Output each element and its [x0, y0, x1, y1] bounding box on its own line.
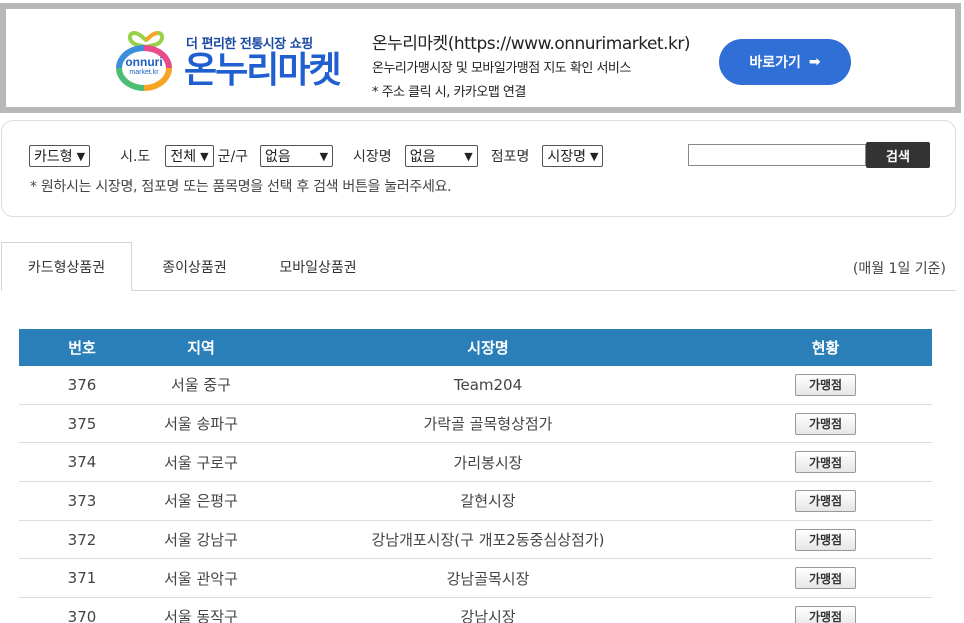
gugun-select-value: 없음	[265, 149, 291, 165]
tab-paper[interactable]: 종이상품권	[132, 242, 257, 291]
row-status-cell: 가맹점	[719, 451, 932, 474]
row-region: 서울 강남구	[164, 531, 238, 550]
voucher-tabs: 카드형상품권 종이상품권 모바일상품권	[1, 242, 956, 291]
store-list-button[interactable]: 가맹점	[795, 528, 856, 551]
store-list-button[interactable]: 가맹점	[795, 567, 856, 590]
arrow-right-icon: ➡	[808, 54, 821, 70]
search-button[interactable]: 검색	[866, 142, 930, 168]
column-header-status: 현황	[811, 339, 840, 357]
chevron-down-icon: ▼	[200, 149, 209, 163]
chevron-down-icon: ▼	[319, 149, 329, 163]
chevron-down-icon: ▼	[76, 149, 86, 163]
sido-select-value: 전체	[170, 149, 197, 165]
row-no: 373	[67, 491, 97, 510]
column-header-region: 지역	[187, 339, 215, 357]
row-status-cell: 가맹점	[719, 489, 932, 512]
table-row: 371 서울 관악구 강남골목시장 가맹점	[19, 559, 932, 599]
store-list-button[interactable]: 가맹점	[795, 489, 856, 512]
promo-banner-inner: onnuri market.kr 더 편리한 전통시장 쇼핑 온누리마켓 온누리…	[6, 9, 955, 107]
basis-note: (매월 1일 기준)	[852, 261, 946, 277]
store-select-value: 시장명	[547, 149, 586, 165]
row-no: 375	[67, 414, 97, 433]
gugun-label: 군/구	[217, 149, 249, 165]
gugun-select[interactable]: 없음 ▼	[260, 145, 334, 167]
chevron-down-icon: ▼	[589, 149, 599, 163]
onnuri-logo: onnuri market.kr	[116, 29, 178, 95]
logo-subtext: market.kr	[129, 69, 159, 76]
row-no: 370	[67, 607, 97, 623]
table-row: 373 서울 은평구 갈현시장 가맹점	[19, 482, 932, 521]
row-market: 가리봉시장	[453, 453, 523, 472]
chevron-down-icon: ▼	[464, 149, 473, 163]
column-header-market: 시장명	[467, 339, 509, 357]
row-no: 374	[67, 453, 97, 472]
store-list-button[interactable]: 가맹점	[795, 412, 856, 435]
goto-button[interactable]: 바로가기 ➡	[719, 39, 851, 85]
banner-info-sub: 온누리가맹시장 및 모바일가맹점 지도 확인 서비스	[372, 61, 631, 76]
row-status-cell: 가맹점	[719, 567, 932, 590]
row-status-cell: 가맹점	[719, 373, 932, 396]
row-market: 강남골목시장	[446, 569, 530, 588]
row-no: 371	[67, 569, 97, 588]
table-header: 번호 지역 시장명 현황	[19, 329, 932, 366]
row-no: 376	[67, 375, 97, 394]
store-label: 점포명	[490, 149, 530, 165]
search-filters: 카드형 ▼ 시.도 전체 ▼ 군/구 없음 ▼ 시장명 없음 ▼ 점포명 시장명 ▼	[29, 144, 604, 168]
tab-card[interactable]: 카드형상품권	[1, 242, 132, 291]
logo-text: onnuri	[125, 55, 163, 69]
store-list-button[interactable]: 가맹점	[795, 373, 856, 396]
store-list-button[interactable]: 가맹점	[795, 451, 856, 474]
row-region: 서울 관악구	[164, 569, 238, 588]
row-region: 서울 동작구	[164, 608, 238, 623]
row-status-cell: 가맹점	[719, 605, 932, 623]
promo-banner: onnuri market.kr 더 편리한 전통시장 쇼핑 온누리마켓 온누리…	[0, 3, 961, 113]
store-list-button[interactable]: 가맹점	[795, 605, 856, 623]
logo-ring: onnuri market.kr	[116, 45, 172, 91]
goto-button-label: 바로가기	[749, 55, 801, 71]
table-row: 374 서울 구로구 가리봉시장 가맹점	[19, 443, 932, 483]
store-select[interactable]: 시장명 ▼	[542, 145, 604, 167]
type-select-value: 카드형	[34, 149, 73, 165]
market-select-value: 없음	[409, 149, 436, 165]
row-market: 가락골 골목형상점가	[423, 415, 553, 434]
row-region: 서울 중구	[171, 376, 231, 395]
type-select[interactable]: 카드형 ▼	[29, 145, 91, 167]
banner-brand: 온누리마켓	[184, 50, 342, 91]
row-market: 강남시장	[460, 608, 516, 623]
table-row: 370 서울 동작구 강남시장 가맹점	[19, 598, 932, 623]
row-no: 372	[67, 530, 97, 549]
tab-mobile[interactable]: 모바일상품권	[257, 242, 379, 291]
table-row: 375 서울 송파구 가락골 골목형상점가 가맹점	[19, 405, 932, 444]
market-label: 시장명	[353, 149, 392, 165]
column-header-no: 번호	[68, 339, 96, 357]
market-table: 번호 지역 시장명 현황 376 서울 중구 Team204 가맹점 375 서…	[19, 329, 932, 623]
row-region: 서울 은평구	[164, 492, 238, 511]
search-hint: * 원하시는 시장명, 점포명 또는 품목명을 선택 후 검색 버튼을 눌러주세…	[30, 179, 452, 195]
sido-label: 시.도	[120, 149, 151, 165]
banner-info-title: 온누리마켓(https://www.onnurimarket.kr)	[372, 34, 690, 54]
logo-ring-inner: onnuri market.kr	[122, 51, 166, 85]
table-row: 376 서울 중구 Team204 가맹점	[19, 366, 932, 405]
row-market: 강남개포시장(구 개포2동중심상점가)	[371, 531, 605, 550]
table-row: 372 서울 강남구 강남개포시장(구 개포2동중심상점가) 가맹점	[19, 521, 932, 560]
search-input[interactable]	[688, 144, 866, 166]
row-status-cell: 가맹점	[719, 528, 932, 551]
row-region: 서울 구로구	[164, 453, 238, 472]
sido-select[interactable]: 전체 ▼	[165, 145, 214, 167]
banner-info-note: * 주소 클릭 시, 카카오맵 연결	[372, 85, 526, 100]
row-market: Team204	[453, 375, 523, 394]
market-select[interactable]: 없음 ▼	[404, 145, 478, 167]
row-status-cell: 가맹점	[719, 412, 932, 435]
search-panel: 카드형 ▼ 시.도 전체 ▼ 군/구 없음 ▼ 시장명 없음 ▼ 점포명 시장명 ▼ 검색…	[1, 120, 956, 217]
row-region: 서울 송파구	[164, 415, 238, 434]
row-market: 갈현시장	[460, 492, 516, 511]
